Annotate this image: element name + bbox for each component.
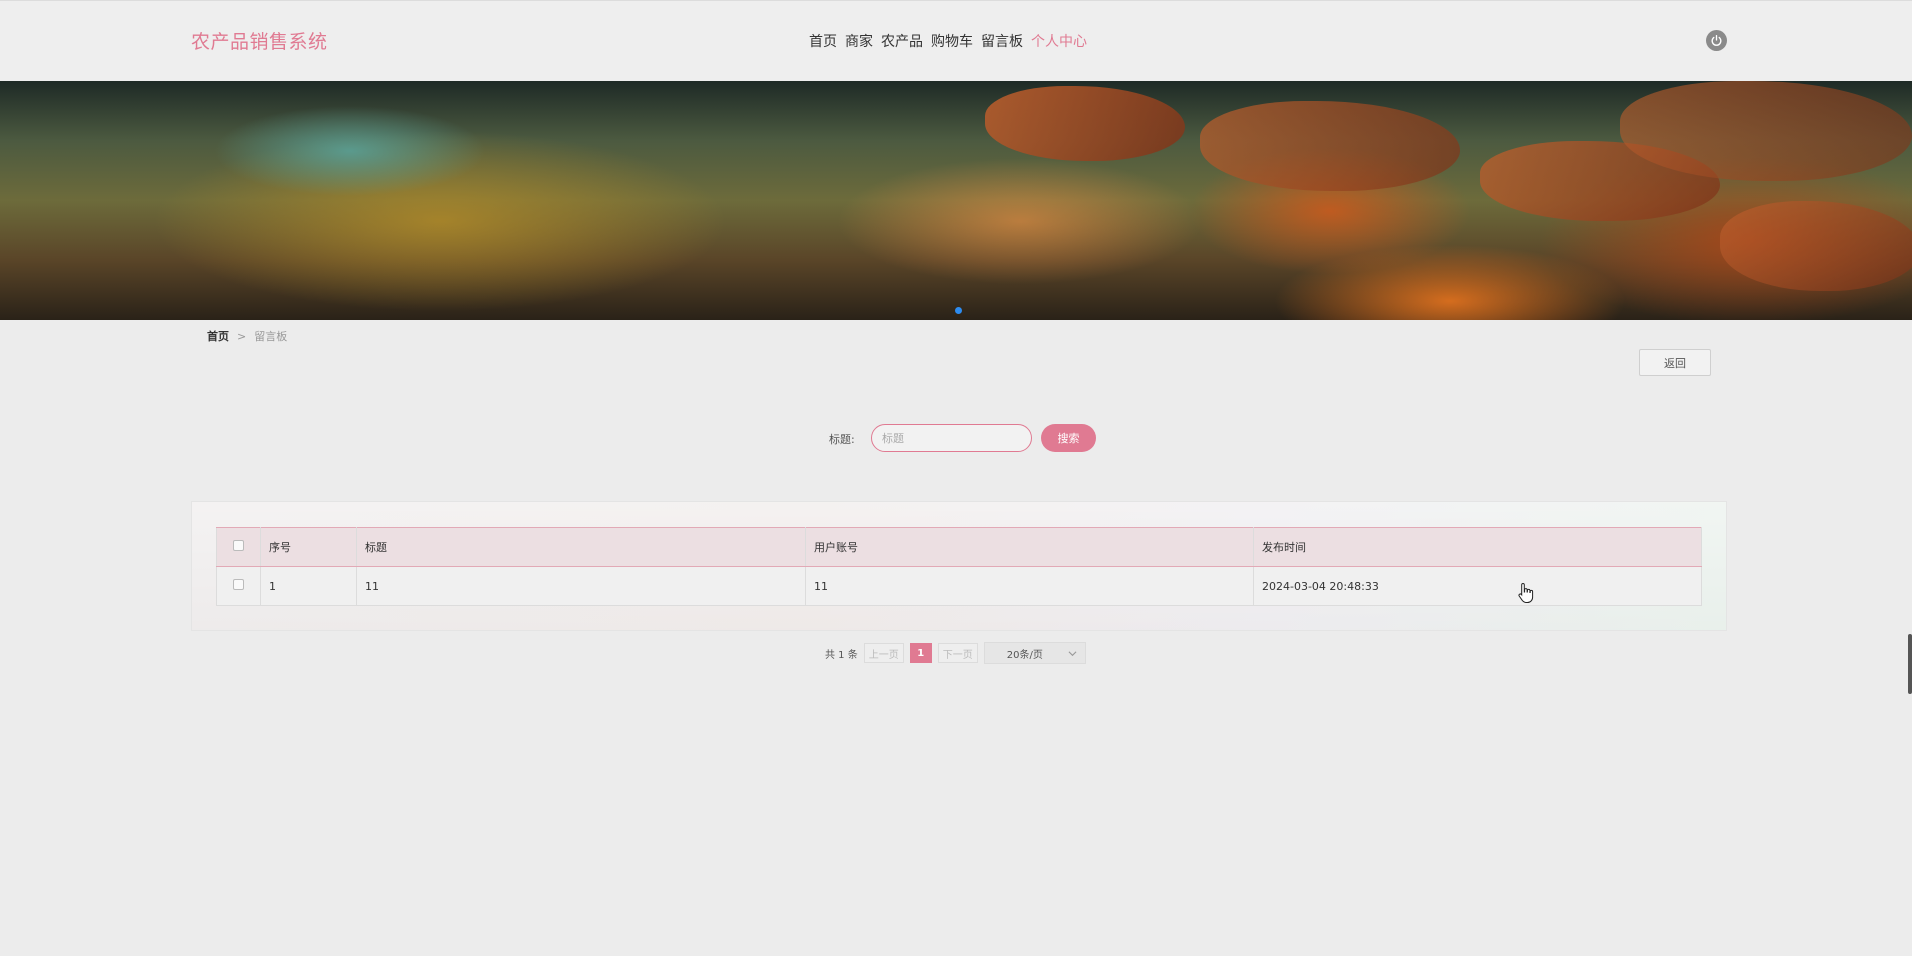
pagination: 共 1 条 上一页 1 下一页 20条/页 bbox=[825, 642, 1086, 664]
select-all-checkbox[interactable] bbox=[233, 540, 244, 551]
chevron-down-icon bbox=[1068, 650, 1077, 656]
cell-index: 1 bbox=[260, 566, 357, 606]
row-checkbox[interactable] bbox=[233, 579, 244, 590]
column-header-account[interactable]: 用户账号 bbox=[805, 527, 1254, 567]
cell-title: 11 bbox=[356, 566, 806, 606]
message-table: 序号 标题 用户账号 发布时间 1 11 11 2024-03-04 20:48… bbox=[216, 527, 1702, 606]
breadcrumb-home[interactable]: 首页 bbox=[207, 328, 229, 344]
search-button[interactable]: 搜索 bbox=[1041, 424, 1096, 452]
cell-account: 11 bbox=[805, 566, 1254, 606]
next-page-button[interactable]: 下一页 bbox=[937, 643, 978, 663]
site-brand[interactable]: 农产品销售系统 bbox=[191, 27, 328, 54]
prev-page-button[interactable]: 上一页 bbox=[863, 643, 904, 663]
nav-item-message-board[interactable]: 留言板 bbox=[981, 31, 1023, 51]
banner-image-rock bbox=[985, 86, 1185, 161]
breadcrumb: 首页 > 留言板 bbox=[207, 328, 287, 344]
column-header-index[interactable]: 序号 bbox=[260, 527, 357, 567]
banner-image-rock bbox=[1720, 201, 1912, 291]
column-header-time[interactable]: 发布时间 bbox=[1253, 527, 1702, 567]
column-header-title[interactable]: 标题 bbox=[356, 527, 806, 567]
main-nav: 首页 商家 农产品 购物车 留言板 个人中心 bbox=[809, 31, 1087, 51]
nav-item-merchant[interactable]: 商家 bbox=[845, 31, 873, 51]
logout-button[interactable] bbox=[1706, 30, 1727, 51]
cell-time: 2024-03-04 20:48:33 bbox=[1253, 566, 1702, 606]
banner-image-rock bbox=[1620, 81, 1912, 181]
page-size-select[interactable]: 20条/页 bbox=[983, 642, 1086, 664]
pagination-total: 共 1 条 bbox=[825, 649, 858, 661]
breadcrumb-current: 留言板 bbox=[254, 330, 288, 343]
nav-item-personal-center[interactable]: 个人中心 bbox=[1031, 31, 1087, 51]
page-size-value: 20条/页 bbox=[1006, 649, 1043, 661]
page-number-1[interactable]: 1 bbox=[909, 643, 932, 663]
page: 农产品销售系统 首页 商家 农产品 购物车 留言板 个人中心 首页 > 留言板 … bbox=[0, 0, 1912, 956]
select-all-cell bbox=[216, 527, 261, 567]
scrollbar-thumb[interactable] bbox=[1908, 634, 1912, 694]
carousel-indicator-dot[interactable] bbox=[955, 307, 962, 314]
banner-image-rock bbox=[1200, 101, 1460, 191]
search-title-input[interactable] bbox=[871, 424, 1032, 452]
search-label: 标题: bbox=[829, 433, 855, 446]
row-select-cell bbox=[216, 566, 261, 606]
nav-item-products[interactable]: 农产品 bbox=[881, 31, 923, 51]
nav-item-cart[interactable]: 购物车 bbox=[931, 31, 973, 51]
table-header-row: 序号 标题 用户账号 发布时间 bbox=[216, 527, 1702, 567]
table-row[interactable]: 1 11 11 2024-03-04 20:48:33 bbox=[216, 566, 1702, 606]
nav-item-home[interactable]: 首页 bbox=[809, 31, 837, 51]
banner-carousel[interactable] bbox=[0, 81, 1912, 320]
power-icon bbox=[1711, 34, 1722, 46]
top-header: 农产品销售系统 首页 商家 农产品 购物车 留言板 个人中心 bbox=[0, 0, 1912, 81]
back-button[interactable]: 返回 bbox=[1639, 349, 1711, 376]
breadcrumb-separator: > bbox=[237, 329, 247, 343]
hand-cursor-icon bbox=[1518, 582, 1534, 603]
